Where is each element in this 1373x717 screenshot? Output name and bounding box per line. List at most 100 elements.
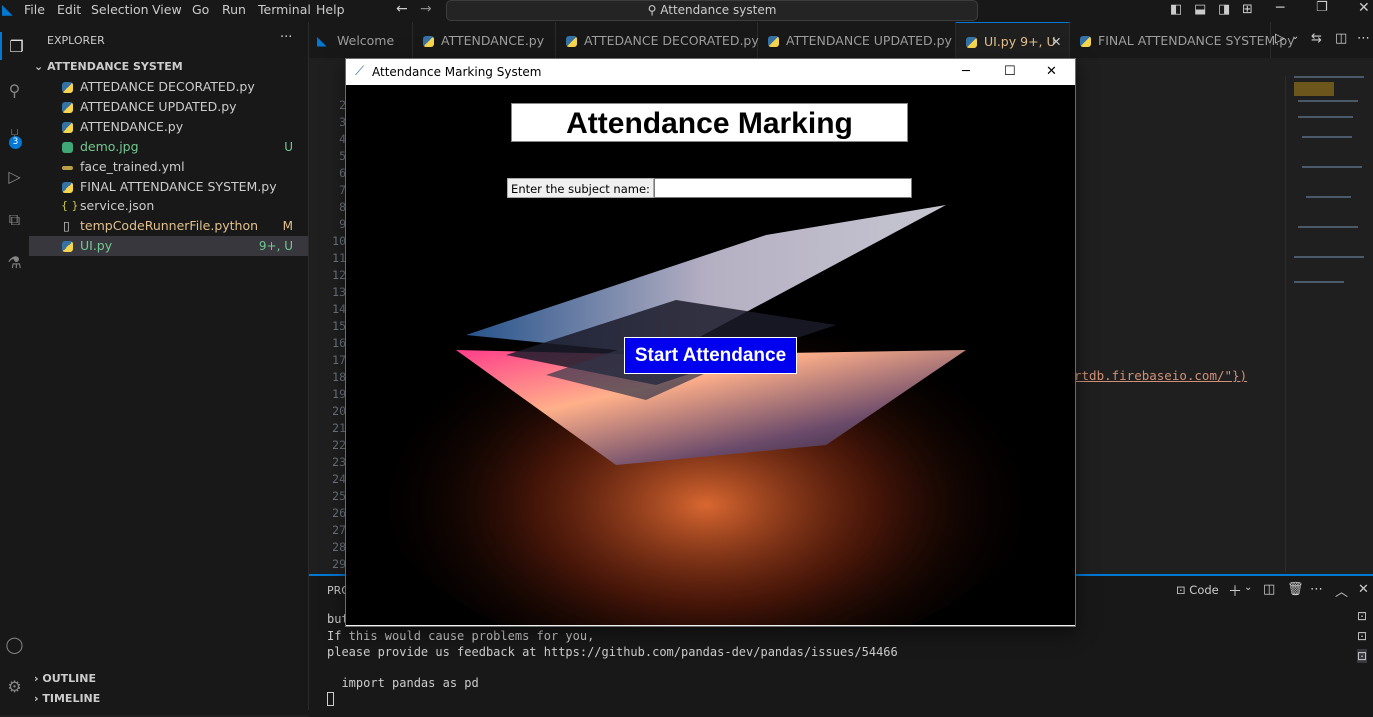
file-item[interactable]: FINAL ATTENDANCE SYSTEM.py [29,177,308,197]
line-number: 5 [339,149,346,163]
explorer-header: EXPLORER [47,34,105,47]
python-file-icon [62,122,73,133]
terminal-instance-icon[interactable]: ⊡ [1357,609,1367,623]
python-file-icon [566,36,577,47]
terminal-icon: ⊡ [1176,583,1186,597]
tab-attendance[interactable]: ATTENDANCE.py [413,22,556,58]
minimap-divider [1285,76,1286,572]
terminal-instance-icon[interactable]: ⊡ [1357,649,1368,663]
split-editor-icon[interactable]: ◫ [1335,31,1347,46]
search-view-icon[interactable]: ⚲ [0,76,29,104]
settings-gear-icon[interactable]: ⚙ [0,672,29,700]
line-number: 15 [332,319,346,333]
folder-root[interactable]: ⌄ ATTENDANCE SYSTEM [34,60,183,73]
timeline-section[interactable]: › TIMELINE [34,692,100,705]
menu-help[interactable]: Help [316,0,345,22]
back-arrow-icon[interactable]: ← [396,1,408,17]
chevron-right-icon: › [34,692,39,705]
app-window-titlebar[interactable]: ⟋ Attendance Marking System ─ ☐ ✕ [346,59,1075,85]
explorer-icon[interactable]: ❐ [0,32,31,60]
line-number: 17 [332,353,346,367]
new-terminal-icon[interactable]: ＋ [1228,581,1242,601]
terminal-instance-icon[interactable]: ⊡ [1357,629,1367,643]
minimize-icon[interactable]: ─ [1276,0,1284,16]
line-number: 19 [332,387,346,401]
chevron-down-icon[interactable]: ⌄ [1291,31,1299,42]
python-file-icon [62,102,73,113]
chevron-down-icon[interactable]: ⌄ [1244,582,1252,593]
python-file-icon [423,36,434,47]
compare-changes-icon[interactable]: ⇆ [1311,31,1322,46]
outline-section[interactable]: › OUTLINE [34,672,96,685]
tab-attendance-updated[interactable]: ATTENDANCE UPDATED.py [758,22,956,58]
maximize-panel-icon[interactable]: ︿ [1335,581,1348,600]
more-actions-icon[interactable]: ⋯ [1310,582,1323,597]
menu-run[interactable]: Run [222,0,246,22]
file-item[interactable]: ▯ tempCodeRunnerFile.python M [29,216,308,236]
close-window-icon[interactable]: ✕ [1358,0,1370,16]
run-icon[interactable]: ▷ [1275,31,1285,46]
tab-final-attendance-system[interactable]: FINAL ATTENDANCE SYSTEM.py [1070,22,1295,58]
line-number: 20 [332,404,346,418]
tab-ui-active[interactable]: UI.py 9+, U ✕ [956,22,1070,59]
menu-view[interactable]: View [152,0,182,22]
more-actions-icon[interactable]: ⋯ [1357,31,1370,46]
app-window-title: Attendance Marking System [372,65,542,79]
testing-icon[interactable]: ⚗ [0,248,29,276]
account-icon[interactable]: ◯ [0,630,29,658]
line-number: 2 [339,98,346,112]
file-item[interactable]: face_trained.yml [29,157,308,177]
terminal-cursor[interactable] [327,692,334,706]
maximize-icon[interactable]: ☐ [1004,59,1016,85]
folder-name: ATTENDANCE SYSTEM [47,60,183,73]
tab-welcome[interactable]: ◣ Welcome [309,22,413,58]
menu-file[interactable]: File [24,0,45,22]
line-number: 26 [332,506,346,520]
search-text: Attendance system [660,3,777,17]
restore-icon[interactable]: ❐ [1316,0,1328,15]
split-terminal-icon[interactable]: ◫ [1263,582,1275,597]
line-number: 3 [339,115,346,129]
toggle-sidebar-icon[interactable]: ◧ [1170,2,1182,17]
subject-input[interactable] [654,178,912,198]
forward-arrow-icon[interactable]: → [420,1,432,17]
minimap[interactable] [1288,76,1370,296]
python-file-icon [62,82,73,93]
line-number: 10 [332,234,346,248]
file-item[interactable]: { } service.json [29,196,308,216]
line-number: 8 [339,200,346,214]
close-icon[interactable]: ✕ [1046,59,1057,85]
line-number: 7 [339,183,346,197]
customize-layout-icon[interactable]: ⊞ [1242,2,1253,17]
close-tab-icon[interactable]: ✕ [1051,23,1061,61]
file-item[interactable]: demo.jpg U [29,137,308,157]
line-number: 21 [332,421,346,435]
run-debug-icon[interactable]: ▷ [0,162,29,190]
line-number: 9 [339,217,346,231]
line-number: 4 [339,132,346,146]
extensions-icon[interactable]: ⧉ [0,206,29,234]
menu-selection[interactable]: Selection [91,0,149,22]
tab-attedance-decorated[interactable]: ATTEDANCE DECORATED.py [556,22,759,58]
vscode-icon: ◣ [317,33,327,48]
toggle-secondary-sidebar-icon[interactable]: ◨ [1218,2,1230,17]
trash-icon[interactable]: 🗑 [1287,582,1304,597]
file-item-selected[interactable]: UI.py 9+, U [29,236,308,256]
start-attendance-button[interactable]: Start Attendance [624,337,797,374]
close-panel-icon[interactable]: ✕ [1358,582,1369,597]
menu-go[interactable]: Go [192,0,209,22]
file-item[interactable]: ATTENDANCE.py [29,117,308,137]
terminal-selector[interactable]: ⊡ Code [1176,583,1219,597]
minimize-icon[interactable]: ─ [962,59,970,85]
chevron-down-icon: ⌄ [34,60,44,73]
file-item[interactable]: ATTEDANCE DECORATED.py [29,77,308,97]
line-number: 28 [332,540,346,554]
menu-edit[interactable]: Edit [57,0,81,22]
python-file-icon [966,37,977,48]
explorer-more-icon[interactable]: ··· [280,30,292,45]
toggle-panel-icon[interactable]: ⬓ [1194,2,1206,17]
file-item[interactable]: ATTEDANCE UPDATED.py [29,97,308,117]
menu-terminal[interactable]: Terminal [258,0,311,22]
command-center-search[interactable]: ⚲ Attendance system [446,0,978,21]
terminal-line: import pandas as pd [327,676,479,690]
